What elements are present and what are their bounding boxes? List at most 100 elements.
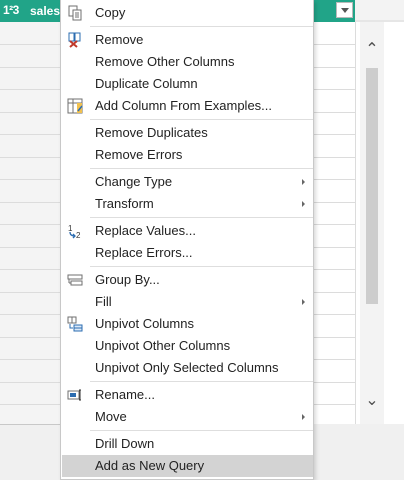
grid-cells-left: [0, 22, 62, 431]
menu-item-transform[interactable]: Transform: [62, 193, 313, 215]
menu-separator: [90, 119, 313, 120]
grid-row-line: [314, 224, 356, 225]
menu-label: Copy: [95, 5, 126, 20]
menu-item-replace-errors[interactable]: Replace Errors...: [62, 242, 313, 264]
submenu-arrow-icon: [302, 201, 305, 207]
remove-column-icon: [68, 32, 81, 48]
menu-label: Duplicate Column: [95, 76, 198, 91]
grid-row-line: [0, 44, 62, 45]
menu-item-unpivot-only-selected-columns[interactable]: Unpivot Only Selected Columns: [62, 357, 313, 379]
menu-item-add-column-from-examples[interactable]: Add Column From Examples...: [62, 95, 313, 117]
menu-item-group-by[interactable]: Group By...: [62, 269, 313, 291]
menu-label: Fill: [95, 294, 112, 309]
menu-item-remove-other-columns[interactable]: Remove Other Columns: [62, 51, 313, 73]
menu-label: Unpivot Only Selected Columns: [95, 360, 279, 375]
copy-icon: [68, 5, 82, 21]
menu-item-fill[interactable]: Fill: [62, 291, 313, 313]
menu-label: Add Column From Examples...: [95, 98, 273, 113]
grid-row-line: [314, 247, 356, 248]
grid-column-line: [355, 22, 356, 424]
menu-item-rename[interactable]: Rename...: [62, 384, 313, 406]
right-margin: [384, 22, 404, 424]
column-filter-dropdown-button[interactable]: [336, 2, 353, 18]
svg-text:2: 2: [76, 231, 81, 239]
grid-row-line: [0, 337, 62, 338]
grid-row-line: [314, 269, 356, 270]
menu-label: Transform: [95, 196, 154, 211]
rename-icon: [67, 389, 81, 401]
header-filler: [355, 0, 404, 22]
replace-values-icon: 1 2: [68, 224, 81, 239]
menu-label: Remove Errors: [95, 147, 183, 162]
grid-row-line: [314, 89, 356, 90]
column-from-examples-icon: [67, 98, 83, 114]
grid-row-line: [0, 269, 62, 270]
whole-number-type-icon[interactable]: 1²3: [3, 3, 19, 17]
menu-separator: [90, 266, 313, 267]
scrollbar-thumb[interactable]: [366, 68, 378, 304]
grid-row-line: [314, 292, 356, 293]
grid-row-line: [314, 202, 356, 203]
menu-label: Change Type: [95, 174, 173, 189]
menu-label: Drill Down: [95, 436, 155, 451]
menu-item-remove-duplicates[interactable]: Remove Duplicates: [62, 122, 313, 144]
menu-item-remove[interactable]: Remove: [62, 29, 313, 51]
scroll-down-button[interactable]: ⌄: [362, 391, 382, 411]
column-name: sales: [30, 4, 61, 18]
grid-row-line: [0, 157, 62, 158]
menu-item-move[interactable]: Move: [62, 406, 313, 428]
menu-separator: [90, 381, 313, 382]
grid-row-line: [314, 179, 356, 180]
grid-row-line: [314, 359, 356, 360]
grid-row-line: [314, 157, 356, 158]
grid-row-line: [314, 112, 356, 113]
column-context-menu: Copy Remove Remove Other Columns Duplica…: [60, 0, 314, 480]
grid-row-line: [0, 112, 62, 113]
menu-item-unpivot-other-columns[interactable]: Unpivot Other Columns: [62, 335, 313, 357]
menu-label: Unpivot Columns: [95, 316, 194, 331]
submenu-arrow-icon: [302, 299, 305, 305]
menu-item-remove-errors[interactable]: Remove Errors: [62, 144, 313, 166]
menu-item-duplicate-column[interactable]: Duplicate Column: [62, 73, 313, 95]
menu-separator: [90, 26, 313, 27]
grid-row-line: [0, 292, 62, 293]
menu-label: Unpivot Other Columns: [95, 338, 231, 353]
grid-cells-right: [314, 22, 356, 431]
submenu-arrow-icon: [302, 414, 305, 420]
grid-row-line: [314, 337, 356, 338]
menu-item-unpivot-columns[interactable]: Unpivot Columns: [62, 313, 313, 335]
menu-label: Rename...: [95, 387, 155, 402]
grid-row-line: [0, 89, 62, 90]
grid-row-line: [314, 382, 356, 383]
grid-row-line: [314, 134, 356, 135]
menu-label: Remove Duplicates: [95, 125, 208, 140]
grid-row-line: [0, 134, 62, 135]
menu-item-copy[interactable]: Copy: [62, 2, 313, 24]
menu-item-add-as-new-query[interactable]: Add as New Query: [62, 455, 313, 477]
menu-label: Remove Other Columns: [95, 54, 235, 69]
menu-item-replace-values[interactable]: 1 2 Replace Values...: [62, 220, 313, 242]
menu-label: Move: [95, 409, 127, 424]
menu-separator: [90, 217, 313, 218]
menu-item-change-type[interactable]: Change Type: [62, 171, 313, 193]
menu-label: Add as New Query: [95, 458, 205, 473]
menu-label: Remove: [95, 32, 144, 47]
menu-item-drill-down[interactable]: Drill Down: [62, 433, 313, 455]
grid-row-line: [0, 179, 62, 180]
submenu-arrow-icon: [302, 179, 305, 185]
grid-row-line: [314, 44, 356, 45]
menu-separator: [90, 430, 313, 431]
grid-row-line: [314, 404, 356, 405]
grid-row-line: [314, 67, 356, 68]
menu-label: Group By...: [95, 272, 160, 287]
menu-separator: [90, 168, 313, 169]
grid-row-line: [314, 314, 356, 315]
scroll-up-button[interactable]: ⌃: [362, 40, 382, 60]
grid-row-line: [0, 359, 62, 360]
group-by-icon: [67, 274, 83, 286]
svg-text:1: 1: [68, 224, 73, 233]
grid-row-line: [0, 404, 62, 405]
grid-row-line: [0, 247, 62, 248]
unpivot-icon: [67, 316, 83, 332]
grid-row-line: [0, 314, 62, 315]
